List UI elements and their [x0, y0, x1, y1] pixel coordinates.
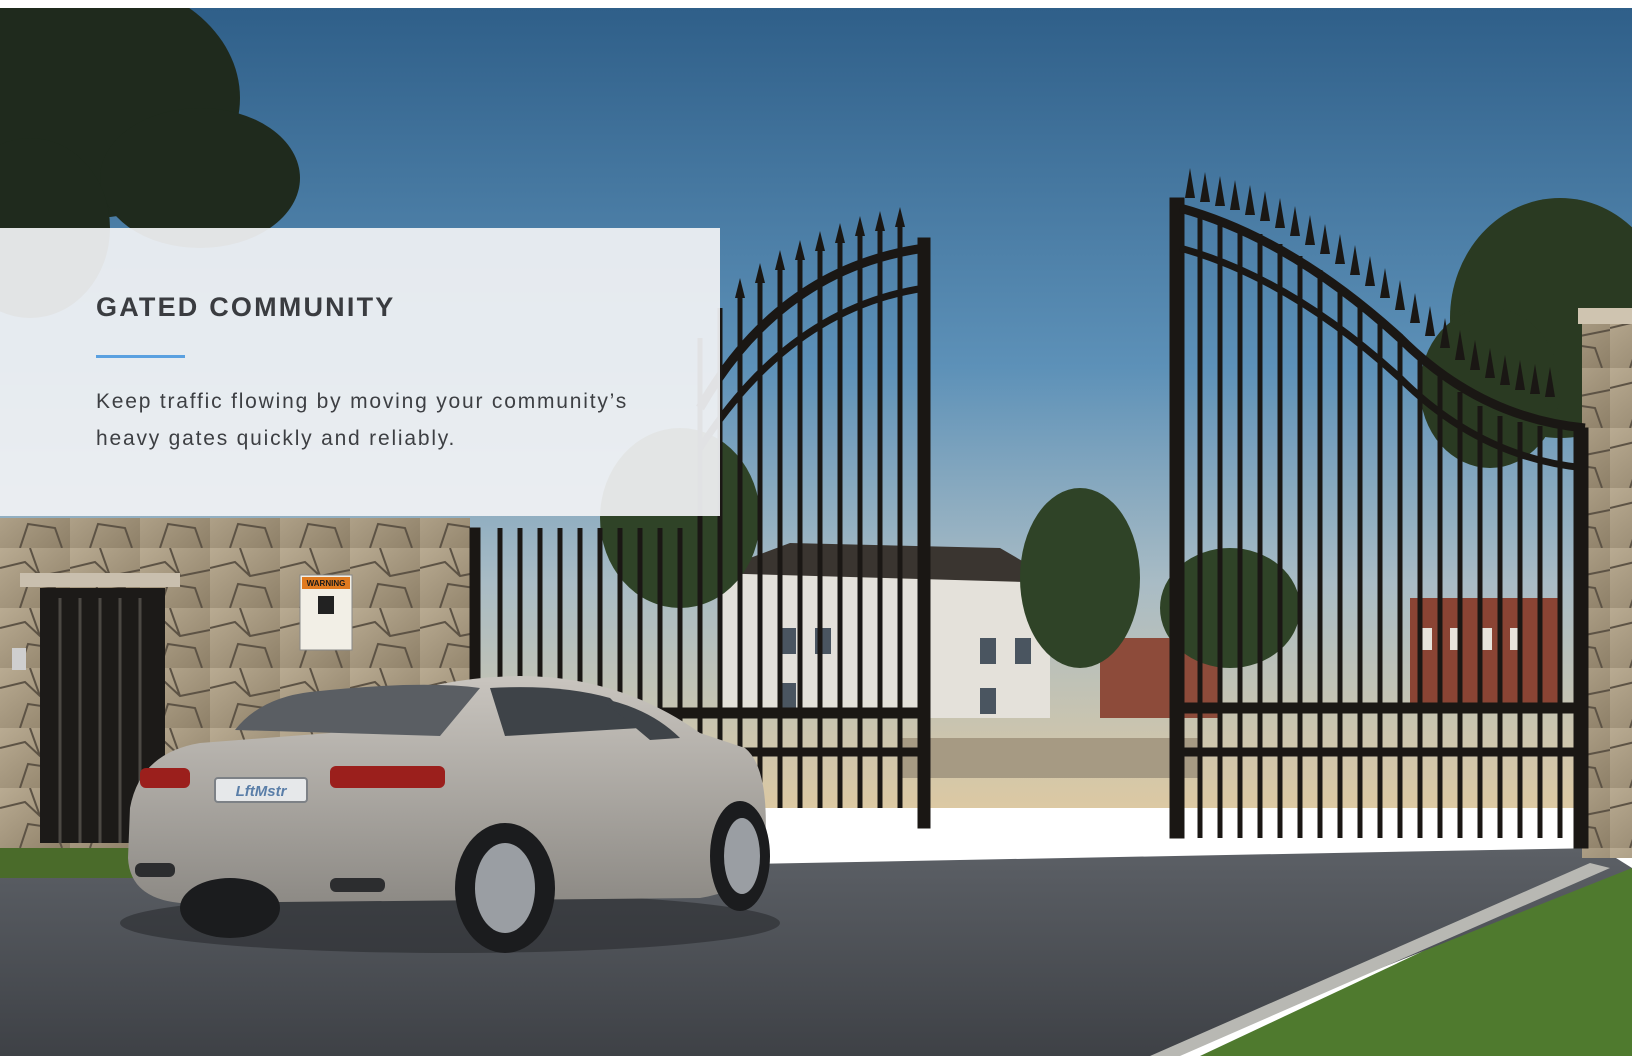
lawn-left: [0, 848, 140, 878]
hero-scene: WARNING LftMstr: [0, 8, 1632, 1056]
warning-sign: WARNING: [299, 574, 353, 651]
section-description: Keep traffic flowing by moving your comm…: [96, 390, 629, 450]
section-title: GATED COMMUNITY: [96, 292, 396, 322]
svg-text:WARNING: WARNING: [307, 579, 346, 588]
info-card: GATED COMMUNITY Keep traffic flowing by …: [0, 228, 720, 516]
svg-text:LftMstr: LftMstr: [236, 783, 288, 800]
title-accent-rule: [96, 355, 185, 358]
low-wall: [900, 738, 1200, 778]
stone-pillar-right: [1582, 318, 1632, 858]
